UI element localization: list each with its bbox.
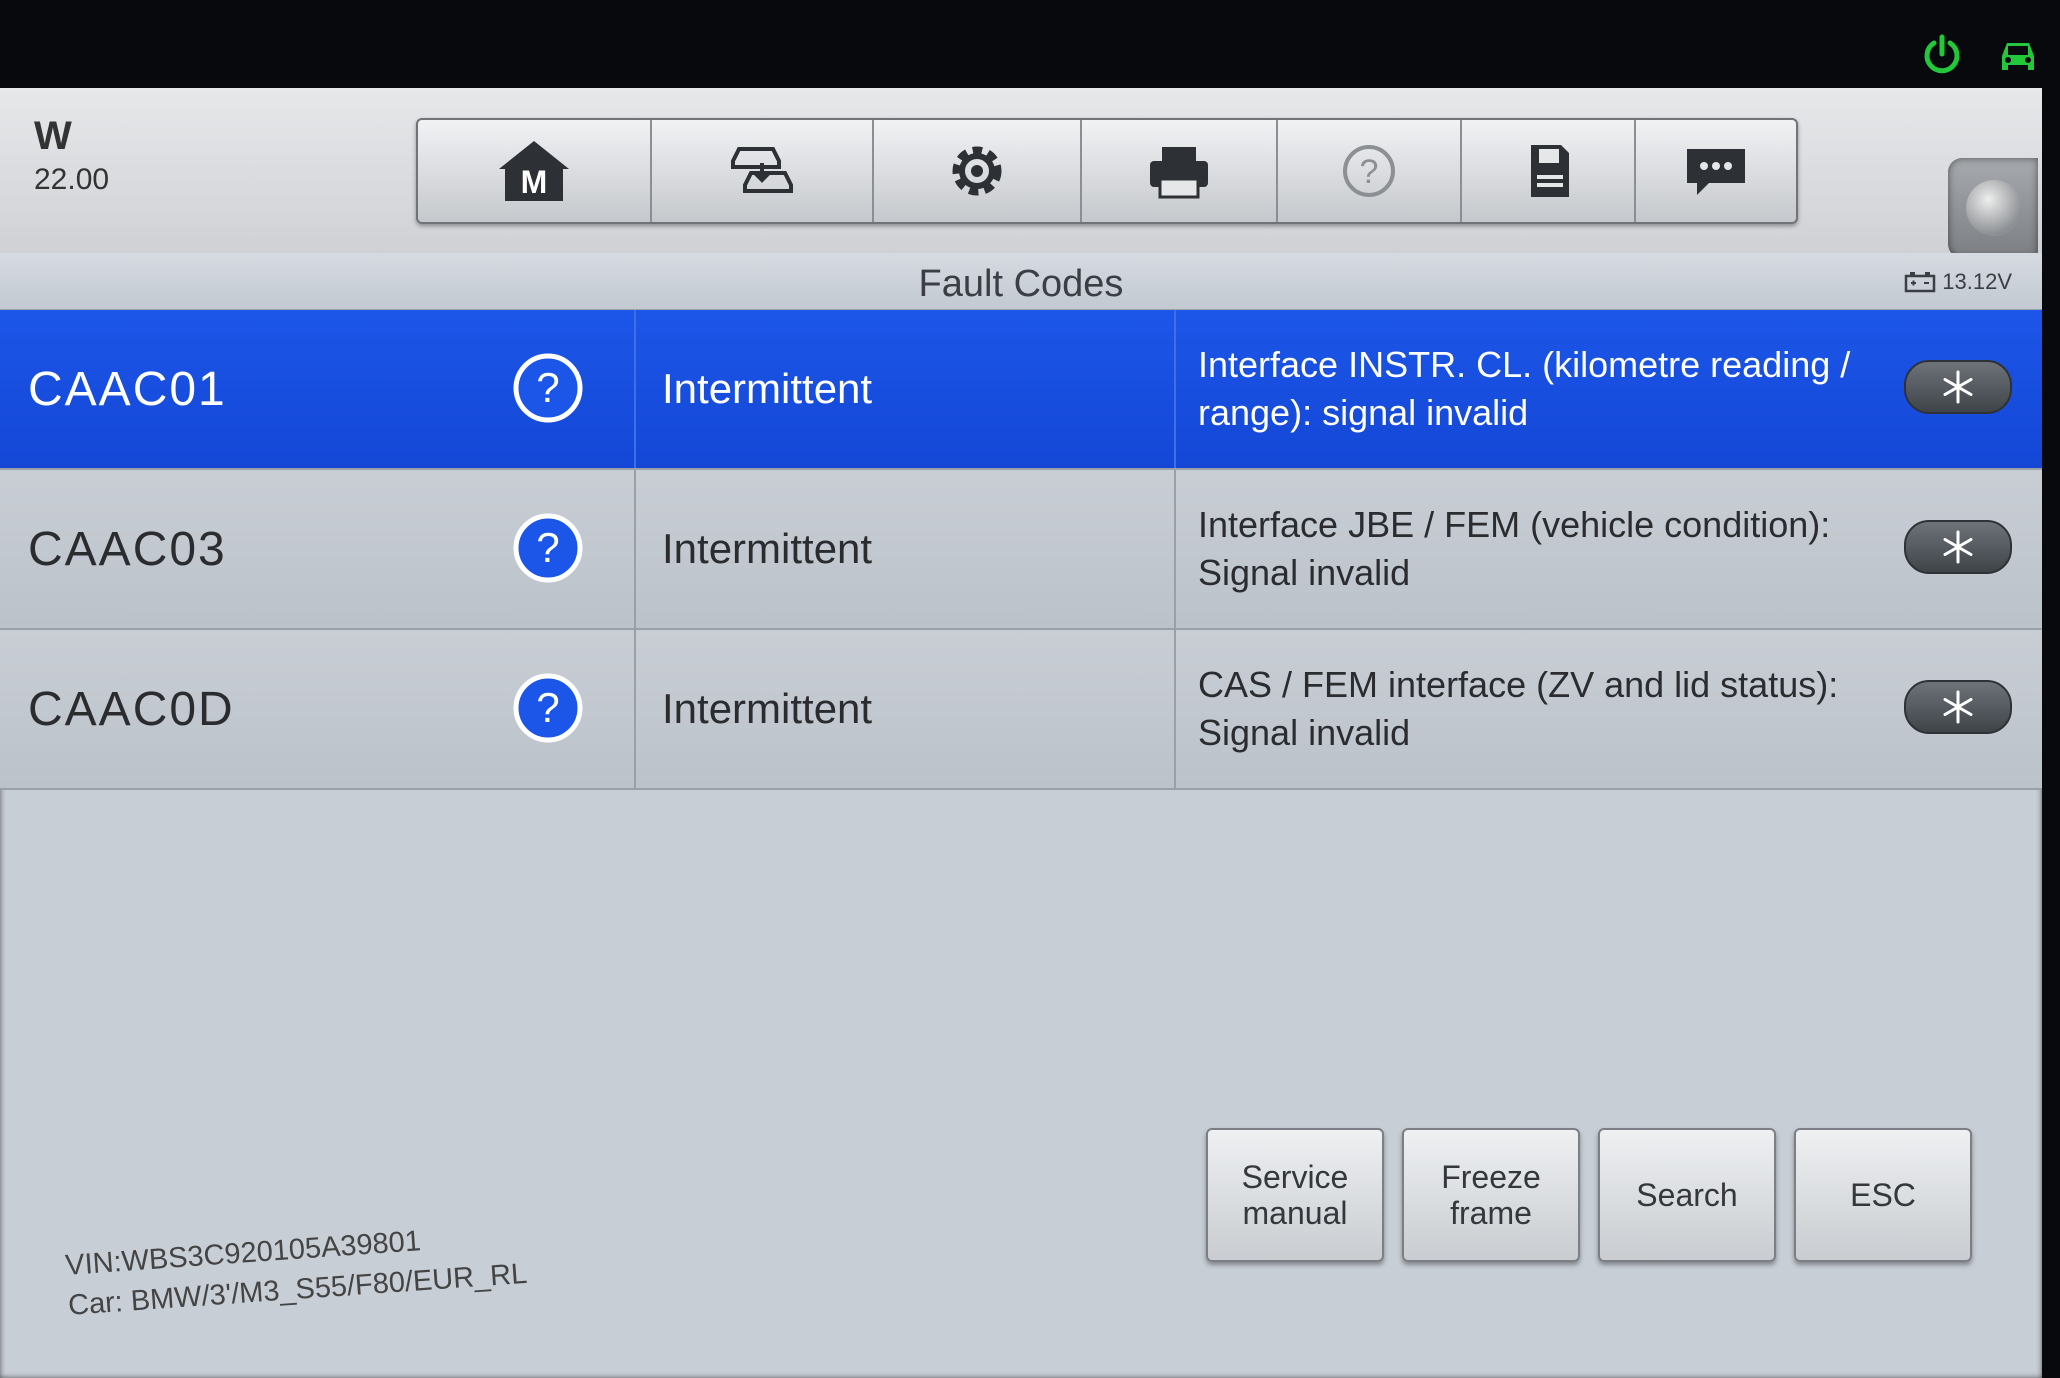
top-toolbar-band: W 22.00 M ?: [0, 88, 2042, 258]
save-disk-icon: [1531, 145, 1569, 197]
fault-help-icon[interactable]: ?: [512, 352, 584, 424]
battery-icon: [1905, 272, 1936, 293]
fault-status: Intermittent: [636, 630, 1176, 788]
power-status-icon: [1924, 34, 1960, 74]
fault-row[interactable]: CAAC03 ? Intermittent Interface JBE / FE…: [0, 470, 2042, 630]
fault-row[interactable]: CAAC0D ? Intermittent CAS / FEM interfac…: [0, 630, 2042, 790]
fault-code-cell: CAAC0D ?: [0, 630, 636, 788]
settings-button[interactable]: [874, 120, 1082, 222]
print-button[interactable]: [1082, 120, 1278, 222]
battery-voltage: 13.12V: [1904, 269, 2012, 295]
voltage-value: 13.12V: [1942, 269, 2012, 294]
vehicle-swap-button[interactable]: [652, 120, 874, 222]
svg-text:?: ?: [1360, 153, 1379, 191]
search-button[interactable]: Search: [1598, 1128, 1776, 1262]
freeze-frame-button[interactable]: Freeze frame: [1402, 1128, 1580, 1262]
fault-row[interactable]: CAAC01 ? Intermittent Interface INSTR. C…: [0, 310, 2042, 470]
fault-code-cell: CAAC03 ?: [0, 470, 636, 628]
help-button[interactable]: ?: [1278, 120, 1462, 222]
printer-icon: [1150, 147, 1208, 199]
home-m-icon: M: [499, 141, 569, 201]
message-button[interactable]: [1636, 120, 1796, 222]
fault-code: CAAC0D: [28, 682, 235, 736]
freeze-frame-toggle[interactable]: [1904, 680, 2012, 734]
fault-status: Intermittent: [636, 310, 1176, 468]
svg-text:M: M: [521, 164, 548, 200]
software-version-label: 22.00: [34, 163, 110, 196]
service-manual-button[interactable]: Service manual: [1206, 1128, 1384, 1262]
vehicle-connected-icon: [2002, 43, 2034, 70]
main-toolbar: M ?: [416, 118, 1798, 224]
message-icon: [1687, 149, 1745, 195]
esc-button[interactable]: ESC: [1794, 1128, 1972, 1262]
title-bar: Fault Codes 13.12V: [0, 253, 2042, 310]
svg-text:?: ?: [536, 524, 559, 571]
side-home-key[interactable]: [1948, 158, 2038, 258]
fault-code-cell: CAAC01 ?: [0, 310, 636, 468]
fault-code: CAAC03: [28, 522, 227, 576]
snowflake-icon: [1943, 690, 1973, 724]
home-button[interactable]: M: [418, 120, 652, 222]
fault-status: Intermittent: [636, 470, 1176, 628]
vehicle-swap-icon: [731, 147, 793, 193]
fault-help-icon[interactable]: ?: [512, 512, 584, 584]
fault-help-icon[interactable]: ?: [512, 672, 584, 744]
action-bar: Service manual Freeze frame Search ESC: [1206, 1128, 1972, 1262]
snowflake-icon: [1943, 530, 1973, 564]
page-title: Fault Codes: [918, 263, 1124, 305]
brand-block: W 22.00: [34, 114, 109, 197]
freeze-frame-toggle[interactable]: [1904, 360, 2012, 414]
save-button[interactable]: [1462, 120, 1636, 222]
svg-text:?: ?: [536, 684, 559, 731]
help-icon: ?: [1343, 145, 1395, 197]
vehicle-info: VIN:WBS3C920105A39801 Car: BMW/3'/M3_S55…: [64, 1214, 528, 1326]
vehicle-brand-label: W: [34, 114, 73, 158]
fault-code: CAAC01: [28, 362, 227, 416]
settings-gear-icon: [952, 146, 1002, 196]
svg-text:?: ?: [536, 364, 559, 411]
tablet-screen: W 22.00 M ? Fault Codes 13.12V CAAC01 ? …: [0, 88, 2042, 1378]
freeze-frame-toggle[interactable]: [1904, 520, 2012, 574]
fault-code-table: CAAC01 ? Intermittent Interface INSTR. C…: [0, 310, 2042, 790]
snowflake-icon: [1943, 370, 1973, 404]
